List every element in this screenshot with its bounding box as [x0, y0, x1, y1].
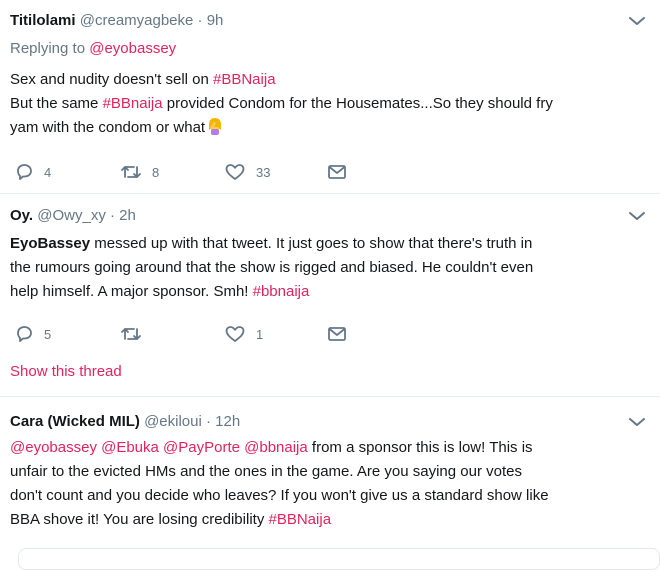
tweet-text-line: But the same: [10, 95, 103, 112]
tweet-2[interactable]: Oy. @Owy_xy · 2h EyoBassey messed up wit…: [0, 193, 660, 397]
tweet-text-line: Sex and nudity doesn't sell on: [10, 71, 213, 88]
show-thread-link[interactable]: Show this thread: [10, 363, 122, 380]
chevron-down-icon[interactable]: [628, 209, 646, 223]
like-count: 33: [256, 164, 271, 180]
tweet-text-line: don't count and you decide who leaves? I…: [10, 487, 549, 504]
tweet-text: @eyobassey @Ebuka @PayPorte @bbnaija fro…: [10, 436, 644, 532]
like-button[interactable]: 1: [224, 322, 263, 346]
tweet-text-line: help himself. A major sponsor. Smh!: [10, 283, 253, 300]
retweet-count: 8: [152, 164, 160, 180]
mention-link[interactable]: EyoBassey: [10, 235, 90, 252]
reply-button[interactable]: 4: [14, 160, 51, 184]
author-handle[interactable]: @ekiloui: [144, 413, 202, 430]
tweet-1[interactable]: Titilolami @creamyagbeke · 9h Replying t…: [0, 0, 660, 194]
reply-icon: [17, 326, 32, 342]
tweet-text-line: provided Condom for the Housemates...So …: [162, 95, 553, 112]
tweet-text-line: messed up with that tweet. It just goes …: [90, 235, 533, 252]
like-count: 1: [256, 326, 264, 342]
retweet-button[interactable]: [120, 322, 152, 346]
separator-dot: ·: [197, 12, 203, 29]
author-name[interactable]: Titilolami: [10, 12, 76, 29]
timestamp[interactable]: 12h: [215, 413, 240, 430]
tweet-actions: 5 1: [10, 322, 370, 346]
retweet-icon: [121, 166, 141, 178]
tweet-text-line: BBA shove it! You are losing credibility: [10, 511, 269, 528]
reply-count: 4: [44, 164, 52, 180]
timestamp[interactable]: 2h: [119, 207, 136, 224]
woman-facepalming-emoji: [209, 118, 222, 135]
replying-to-label: Replying to: [10, 40, 86, 57]
reply-button[interactable]: 5: [14, 322, 51, 346]
author-handle[interactable]: @Owy_xy: [37, 207, 106, 224]
dm-button[interactable]: [326, 322, 348, 346]
replying-to-link[interactable]: @eyobassey: [89, 40, 176, 57]
chevron-down-icon[interactable]: [628, 14, 646, 28]
heart-icon: [225, 326, 245, 342]
tweet-3[interactable]: Cara (Wicked MIL) @ekiloui · 12h @eyobas…: [0, 396, 660, 559]
dm-button[interactable]: [326, 160, 348, 184]
separator-dot: ·: [206, 413, 211, 430]
retweet-icon: [121, 328, 141, 340]
quoted-tweet-card[interactable]: [18, 548, 660, 570]
reply-icon: [17, 164, 32, 180]
author-handle[interactable]: @creamyagbeke: [80, 12, 194, 29]
hashtag-link[interactable]: #bbnaija: [253, 283, 310, 300]
chevron-down-icon[interactable]: [628, 415, 646, 429]
tweet-text-line: from a sponsor this is low! This is: [307, 439, 533, 456]
mention-links[interactable]: @eyobassey @Ebuka @PayPorte @bbnaija: [10, 439, 308, 456]
tweet-header: Titilolami @creamyagbeke · 9h: [10, 12, 223, 29]
tweet-text-line: unfair to the evicted HMs and the ones i…: [10, 463, 522, 480]
separator-dot: ·: [110, 207, 115, 224]
tweet-text-line: yam with the condom or what: [10, 119, 206, 136]
envelope-icon: [328, 327, 346, 341]
hashtag-link[interactable]: #BBnaija: [103, 95, 163, 112]
like-button[interactable]: 33: [224, 160, 270, 184]
tweet-actions: 4 8 33: [10, 160, 370, 184]
author-name[interactable]: Oy.: [10, 207, 33, 224]
reply-count: 5: [44, 326, 52, 342]
tweet-text: EyoBassey messed up with that tweet. It …: [10, 232, 644, 304]
tweet-text: Sex and nudity doesn't sell on #BBNaija …: [10, 68, 644, 140]
timestamp[interactable]: 9h: [207, 12, 224, 29]
tweet-text-line: the rumours going around that the show i…: [10, 259, 534, 276]
author-name[interactable]: Cara (Wicked MIL): [10, 413, 140, 430]
retweet-button[interactable]: 8: [120, 160, 159, 184]
tweet-header: Cara (Wicked MIL) @ekiloui · 12h: [10, 413, 240, 430]
hashtag-link[interactable]: #BBNaija: [213, 71, 276, 88]
heart-icon: [225, 164, 245, 180]
envelope-icon: [328, 165, 346, 179]
tweet-header: Oy. @Owy_xy · 2h: [10, 207, 136, 224]
replying-to: Replying to @eyobassey: [10, 40, 176, 57]
hashtag-link[interactable]: #BBNaija: [269, 511, 332, 528]
